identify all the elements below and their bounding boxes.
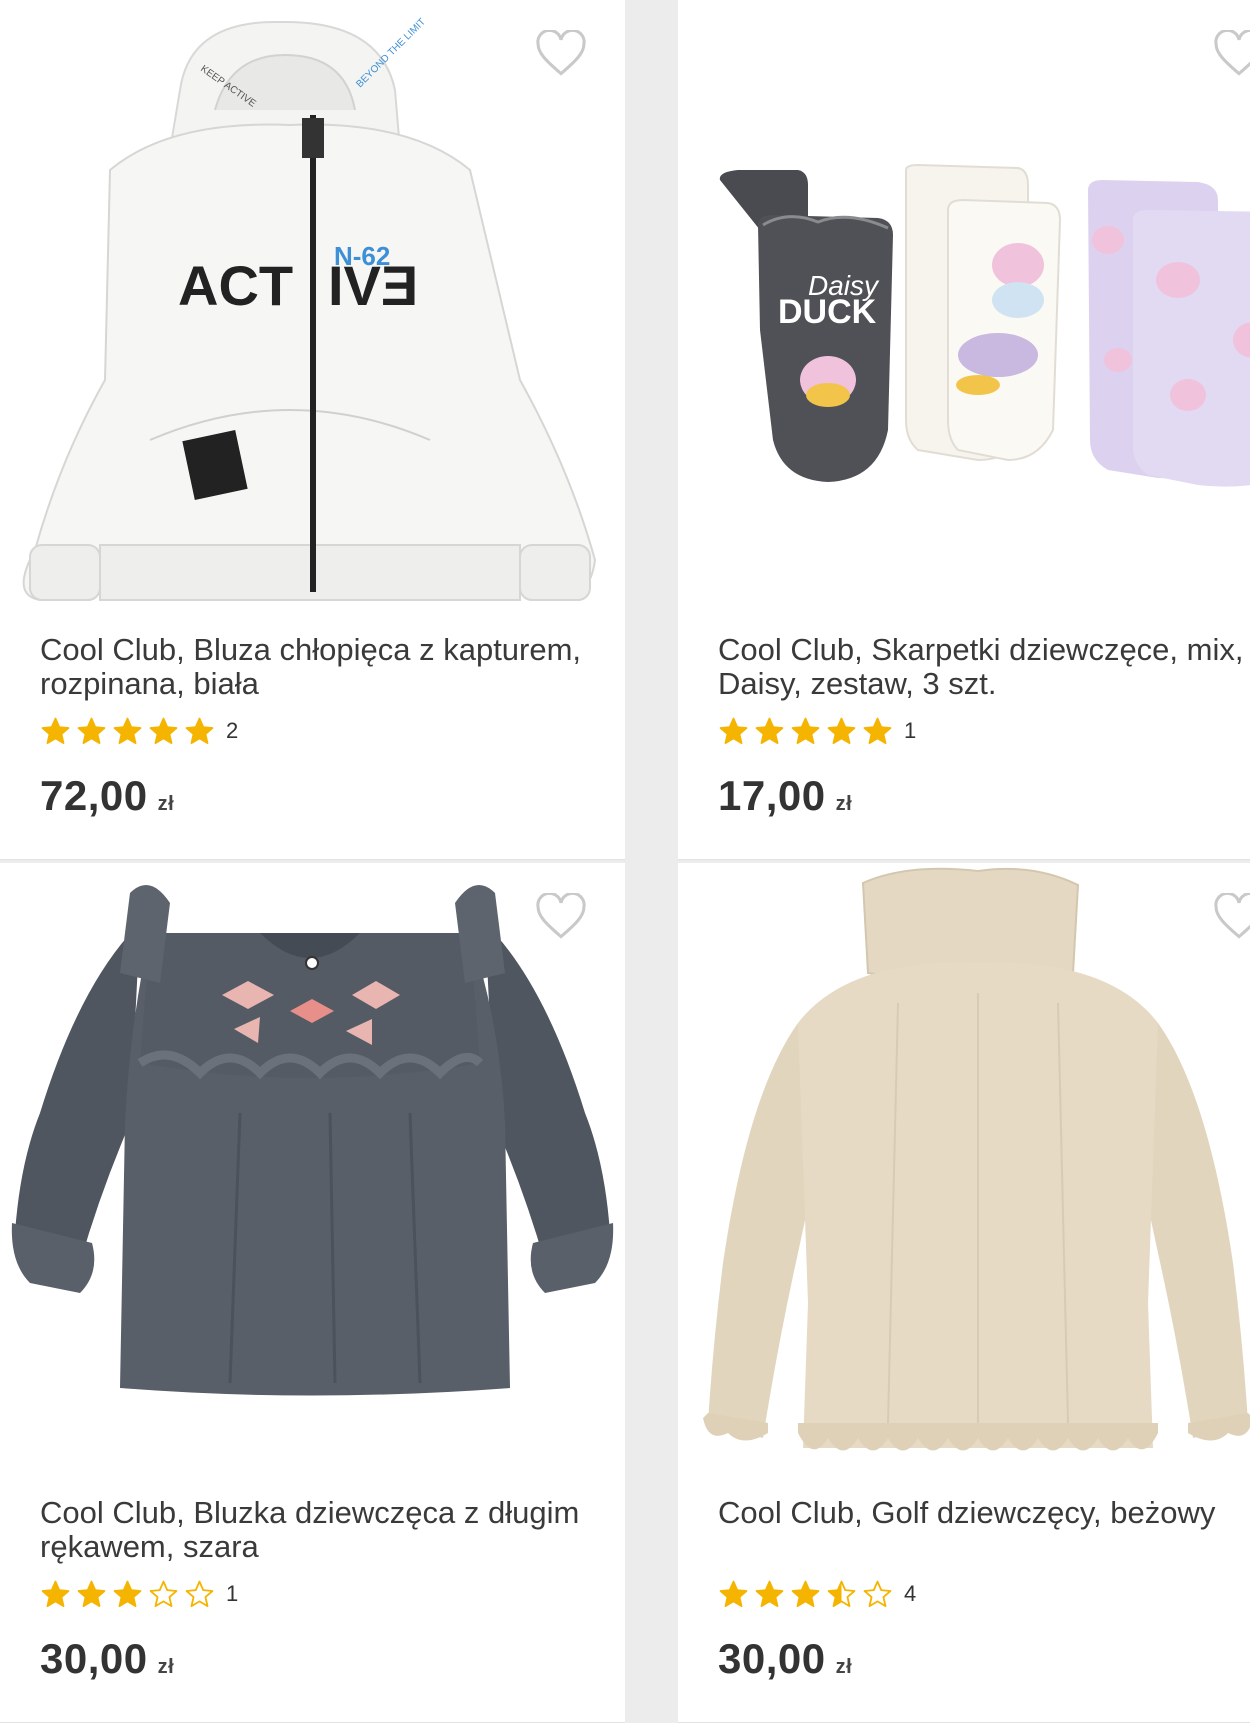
- product-price: 17,00 zł: [718, 772, 852, 820]
- review-count: 1: [904, 718, 917, 743]
- star-full-icon: [41, 717, 70, 744]
- rating-stars: 2: [40, 714, 238, 748]
- favorite-heart-icon[interactable]: [1212, 30, 1250, 78]
- price-value: 30,00: [718, 1635, 826, 1682]
- product-image[interactable]: ACT IVƎ N-62 KEEP ACTIVE BEYOND THE LIMI…: [0, 0, 625, 610]
- price-currency: zł: [157, 793, 175, 815]
- product-image[interactable]: [0, 863, 625, 1473]
- star-half-icon: [827, 1580, 856, 1607]
- print-left-text: ACT: [178, 254, 293, 317]
- star-full-icon: [719, 717, 748, 744]
- price-value: 30,00: [40, 1635, 148, 1682]
- product-price: 72,00 zł: [40, 772, 174, 820]
- stars: [718, 716, 898, 747]
- beige-turtleneck-image: [703, 867, 1250, 1451]
- review-count: 1: [226, 1581, 239, 1606]
- white-zip-hoodie-image: ACT IVƎ N-62 KEEP ACTIVE BEYOND THE LIMI…: [22, 16, 597, 602]
- star-empty-icon: [863, 1580, 892, 1607]
- star-full-icon: [149, 717, 178, 744]
- product-card[interactable]: Daisy DUCK Cool Club, Skarpetki dziewczę…: [678, 0, 1250, 860]
- price-currency: zł: [835, 793, 853, 815]
- price-value: 72,00: [40, 772, 148, 819]
- star-full-icon: [791, 1580, 820, 1607]
- stars: [40, 1579, 220, 1610]
- product-title[interactable]: Cool Club, Golf dziewczęcy, beżowy: [718, 1496, 1250, 1530]
- star-full-icon: [755, 1580, 784, 1607]
- stars: [718, 1579, 898, 1610]
- star-full-icon: [827, 717, 856, 744]
- price-currency: zł: [835, 1656, 853, 1678]
- favorite-heart-icon[interactable]: [534, 893, 588, 941]
- star-full-icon: [77, 717, 106, 744]
- star-full-icon: [755, 717, 784, 744]
- review-count: 4: [904, 1581, 917, 1606]
- star-full-icon: [791, 717, 820, 744]
- product-price: 30,00 zł: [718, 1635, 852, 1683]
- star-empty-icon: [185, 1580, 214, 1607]
- rating-stars: 1: [718, 714, 916, 748]
- favorite-heart-icon[interactable]: [1212, 893, 1250, 941]
- product-card[interactable]: Cool Club, Bluzka dziewczęca z długim rę…: [0, 863, 625, 1723]
- product-price: 30,00 zł: [40, 1635, 174, 1683]
- star-full-icon: [113, 717, 142, 744]
- rating-stars: 1: [40, 1577, 238, 1611]
- product-card[interactable]: ACT IVƎ N-62 KEEP ACTIVE BEYOND THE LIMI…: [0, 0, 625, 860]
- star-full-icon: [185, 717, 214, 744]
- favorite-heart-icon[interactable]: [534, 30, 588, 78]
- star-empty-icon: [149, 1580, 178, 1607]
- price-value: 17,00: [718, 772, 826, 819]
- product-title[interactable]: Cool Club, Bluzka dziewczęca z długim rę…: [40, 1496, 590, 1564]
- sock-text-2: DUCK: [778, 293, 877, 331]
- rating-stars: 4: [718, 1577, 916, 1611]
- star-full-icon: [113, 1580, 142, 1607]
- star-full-icon: [863, 717, 892, 744]
- grey-ruffle-blouse-image: [11, 885, 614, 1396]
- product-title[interactable]: Cool Club, Skarpetki dziewczęce, mix, Da…: [718, 633, 1250, 701]
- review-count: 2: [226, 718, 239, 743]
- product-title[interactable]: Cool Club, Bluza chłopięca z kapturem, r…: [40, 633, 590, 701]
- product-image[interactable]: [678, 863, 1250, 1473]
- product-image[interactable]: Daisy DUCK: [678, 0, 1250, 610]
- star-full-icon: [41, 1580, 70, 1607]
- print-code-text: N-62: [334, 241, 390, 271]
- price-currency: zł: [157, 1656, 175, 1678]
- product-card[interactable]: Cool Club, Golf dziewczęcy, beżowy 4 30,…: [678, 863, 1250, 1723]
- star-full-icon: [719, 1580, 748, 1607]
- socks-set-image: Daisy DUCK: [719, 163, 1250, 487]
- stars: [40, 716, 220, 747]
- star-full-icon: [77, 1580, 106, 1607]
